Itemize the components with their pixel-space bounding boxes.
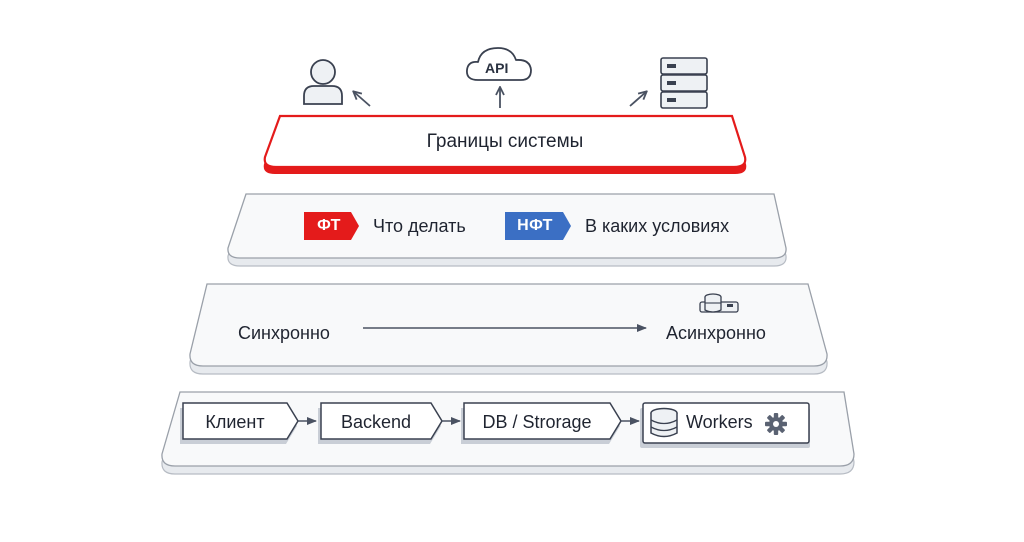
database-icon [650,407,678,438]
server-icon [660,57,708,109]
nft-tag-label: НФТ [517,217,553,234]
api-label: API [485,60,509,76]
diagram-canvas [161,47,855,475]
user-icon [303,59,343,105]
user-arrow [354,92,371,107]
ft-tag-label: ФТ [317,217,341,234]
nft-text: В каких условиях [585,216,730,236]
boundary-label: Границы системы [426,131,584,152]
flow-label-client: Клиент [205,412,265,432]
server-arrow [629,92,646,107]
flow-label-backend: Backend [340,412,412,432]
sync-label: Синхронно [238,323,330,343]
gear-icon [765,413,787,435]
async-label: Асинхронно [666,323,766,343]
flow-label-storage: DB / Strorage [482,412,592,432]
flow-label-workers: Workers [686,412,753,432]
ft-text: Что делать [373,216,466,236]
architecture-diagram: API Границы системы ФТ Что делать НФТ В … [0,0,1024,537]
